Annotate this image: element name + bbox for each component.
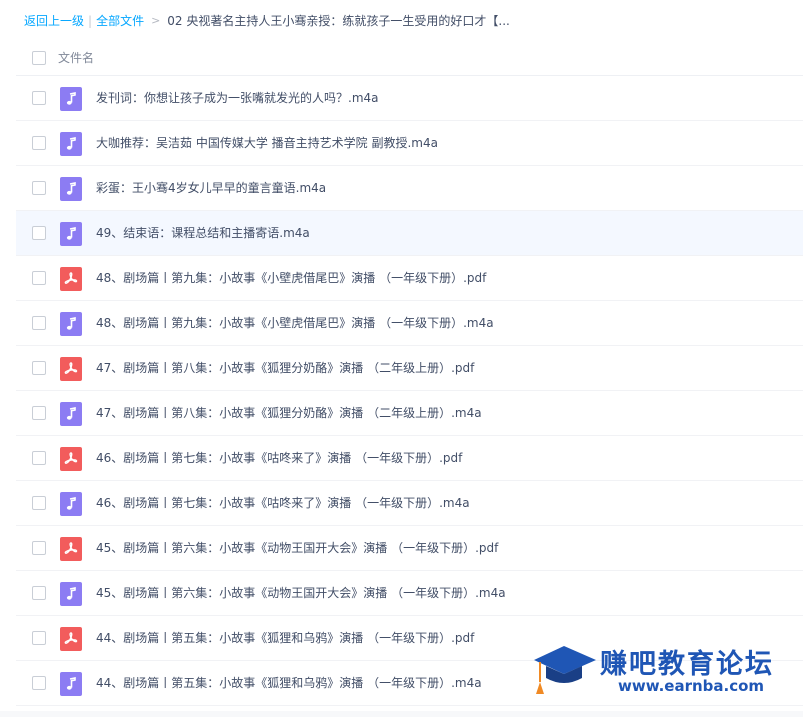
file-name-link[interactable]: 彩蛋：王小骞4岁女儿早早的童言童语.m4a [96,179,326,197]
file-row[interactable]: 46、剧场篇丨第七集：小故事《咕咚来了》演播 （一年级下册）.m4a [16,481,803,526]
file-name-link[interactable]: 48、剧场篇丨第九集：小故事《小壁虎借尾巴》演播 （一年级下册）.m4a [96,314,494,332]
audio-file-icon [60,492,82,516]
file-name-link[interactable]: 47、剧场篇丨第八集：小故事《狐狸分奶酪》演播 （二年级上册）.m4a [96,404,482,422]
file-row[interactable]: 49、结束语：课程总结和主播寄语.m4a [16,211,803,256]
file-checkbox[interactable] [32,271,46,285]
file-checkbox[interactable] [32,496,46,510]
file-name-link[interactable]: 45、剧场篇丨第六集：小故事《动物王国开大会》演播 （一年级下册）.pdf [96,539,498,557]
audio-file-icon [60,222,82,246]
file-row[interactable]: 彩蛋：王小骞4岁女儿早早的童言童语.m4a [16,166,803,211]
file-name-link[interactable]: 发刊词：你想让孩子成为一张嘴就发光的人吗？.m4a [96,89,379,107]
pdf-file-icon [60,537,82,561]
file-checkbox[interactable] [32,451,46,465]
file-name-link[interactable]: 44、剧场篇丨第五集：小故事《狐狸和乌鸦》演播 （一年级下册）.m4a [96,674,482,692]
list-header: 文件名 [16,40,803,76]
file-row[interactable]: 大咖推荐：吴洁茹 中国传媒大学 播音主持艺术学院 副教授.m4a [16,121,803,166]
current-folder: 02 央视著名主持人王小骞亲授：练就孩子一生受用的好口才【... [167,14,510,28]
audio-file-icon [60,582,82,606]
audio-file-icon [60,672,82,696]
all-files-link[interactable]: 全部文件 [96,12,144,30]
audio-file-icon [60,402,82,426]
audio-file-icon [60,132,82,156]
audio-file-icon [60,312,82,336]
back-link[interactable]: 返回上一级 [24,12,84,30]
graduation-cap-icon [534,646,596,694]
file-checkbox[interactable] [32,406,46,420]
file-name-link[interactable]: 46、剧场篇丨第七集：小故事《咕咚来了》演播 （一年级下册）.pdf [96,449,462,467]
file-row[interactable]: 48、剧场篇丨第九集：小故事《小壁虎借尾巴》演播 （一年级下册）.pdf [16,256,803,301]
file-checkbox[interactable] [32,586,46,600]
file-row[interactable]: 48、剧场篇丨第九集：小故事《小壁虎借尾巴》演播 （一年级下册）.m4a [16,301,803,346]
watermark-url: www.earnba.com [618,677,765,695]
pdf-file-icon [60,357,82,381]
file-row[interactable]: 45、剧场篇丨第六集：小故事《动物王国开大会》演播 （一年级下册）.m4a [16,571,803,616]
file-row[interactable]: 47、剧场篇丨第八集：小故事《狐狸分奶酪》演播 （二年级上册）.m4a [16,391,803,436]
file-name-link[interactable]: 47、剧场篇丨第八集：小故事《狐狸分奶酪》演播 （二年级上册）.pdf [96,359,474,377]
file-name-link[interactable]: 48、剧场篇丨第九集：小故事《小壁虎借尾巴》演播 （一年级下册）.pdf [96,269,486,287]
breadcrumb-separator: | [88,14,93,28]
file-name-link[interactable]: 大咖推荐：吴洁茹 中国传媒大学 播音主持艺术学院 副教授.m4a [96,134,438,152]
watermark-title: 赚吧教育论坛 [600,649,774,680]
column-filename-header[interactable]: 文件名 [58,49,94,66]
watermark-logo: 赚吧教育论坛 www.earnba.com [530,642,790,702]
file-checkbox[interactable] [32,91,46,105]
audio-file-icon [60,87,82,111]
breadcrumb: 返回上一级 | 全部文件 > 02 央视著名主持人王小骞亲授：练就孩子一生受用的… [24,12,510,30]
select-all-checkbox[interactable] [32,51,46,65]
file-name-link[interactable]: 46、剧场篇丨第七集：小故事《咕咚来了》演播 （一年级下册）.m4a [96,494,470,512]
file-checkbox[interactable] [32,181,46,195]
pdf-file-icon [60,447,82,471]
file-checkbox[interactable] [32,631,46,645]
file-checkbox[interactable] [32,676,46,690]
file-name-link[interactable]: 45、剧场篇丨第六集：小故事《动物王国开大会》演播 （一年级下册）.m4a [96,584,506,602]
audio-file-icon [60,177,82,201]
file-checkbox[interactable] [32,136,46,150]
file-row[interactable]: 46、剧场篇丨第七集：小故事《咕咚来了》演播 （一年级下册）.pdf [16,436,803,481]
file-row[interactable]: 发刊词：你想让孩子成为一张嘴就发光的人吗？.m4a [16,76,803,121]
file-checkbox[interactable] [32,541,46,555]
file-name-link[interactable]: 44、剧场篇丨第五集：小故事《狐狸和乌鸦》演播 （一年级下册）.pdf [96,629,474,647]
pdf-file-icon [60,627,82,651]
horizontal-scrollbar[interactable] [0,711,803,717]
file-row[interactable]: 47、剧场篇丨第八集：小故事《狐狸分奶酪》演播 （二年级上册）.pdf [16,346,803,391]
breadcrumb-arrow-icon: > [151,14,161,27]
file-name-link[interactable]: 49、结束语：课程总结和主播寄语.m4a [96,224,310,242]
file-checkbox[interactable] [32,361,46,375]
file-row[interactable]: 45、剧场篇丨第六集：小故事《动物王国开大会》演播 （一年级下册）.pdf [16,526,803,571]
file-checkbox[interactable] [32,316,46,330]
file-checkbox[interactable] [32,226,46,240]
file-list: 发刊词：你想让孩子成为一张嘴就发光的人吗？.m4a 大咖推荐：吴洁茹 中国传媒大学… [16,76,803,706]
pdf-file-icon [60,267,82,291]
